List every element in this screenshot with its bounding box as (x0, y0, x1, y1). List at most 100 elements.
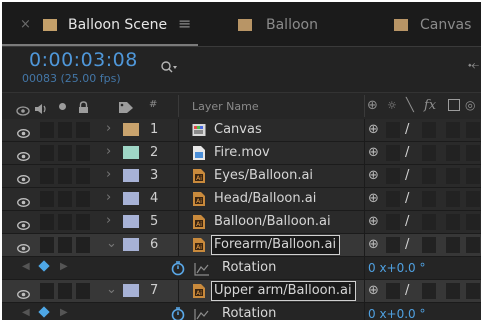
frame-blend-switch[interactable] (446, 283, 460, 299)
solo-switch[interactable] (58, 168, 72, 184)
shy-switch[interactable] (386, 191, 400, 207)
property-row[interactable]: ◀ ▶ Rotation 0 x+0.0 ° (2, 303, 481, 320)
layer-label-color[interactable] (123, 192, 139, 205)
add-keyframe-diamond-icon[interactable] (38, 260, 50, 272)
add-keyframe-diamond-icon[interactable] (38, 306, 50, 318)
parent-pickwhip-icon[interactable]: ⊕ (368, 214, 379, 229)
layer-label-color[interactable] (123, 215, 139, 228)
effects-switch[interactable] (422, 168, 436, 184)
lock-switch[interactable] (76, 145, 90, 161)
effects-switch[interactable] (422, 214, 436, 230)
visibility-eye-icon[interactable] (17, 239, 30, 253)
layer-name[interactable]: Eyes/Balloon.ai (214, 168, 313, 183)
solo-switch[interactable] (58, 191, 72, 207)
effects-switch[interactable] (422, 237, 436, 253)
chevron-right-icon[interactable]: › (106, 167, 111, 182)
layer-label-color[interactable] (123, 169, 139, 182)
layer-label-color[interactable] (123, 284, 139, 297)
solo-switch[interactable] (58, 283, 72, 299)
shy-switch[interactable] (386, 145, 400, 161)
chevron-right-icon[interactable]: › (106, 121, 111, 136)
visibility-eye-icon[interactable] (17, 124, 30, 138)
audio-switch[interactable] (40, 191, 54, 207)
visibility-eye-icon[interactable] (17, 285, 30, 299)
visibility-eye-icon[interactable] (17, 216, 30, 230)
layer-name-column-header[interactable]: Layer Name (192, 100, 259, 113)
lock-switch[interactable] (76, 191, 90, 207)
chevron-down-icon[interactable]: ⌄ (106, 282, 117, 297)
search-layers-input[interactable] (178, 59, 466, 79)
stopwatch-icon[interactable] (170, 260, 186, 280)
frame-blend-switch[interactable] (446, 122, 460, 138)
quality-switch[interactable]: / (405, 283, 409, 298)
parent-pickwhip-icon[interactable]: ⊕ (368, 191, 379, 206)
quality-switch[interactable]: / (405, 122, 409, 137)
quality-switch[interactable]: / (405, 214, 409, 229)
frame-blend-switch[interactable] (446, 237, 460, 253)
shy-switch[interactable] (386, 237, 400, 253)
property-row[interactable]: ◀ ▶ Rotation 0 x+0.0 ° (2, 257, 481, 280)
frame-blend-switch[interactable] (446, 168, 460, 184)
graph-editor-icon[interactable] (194, 307, 210, 320)
effects-switch[interactable] (422, 145, 436, 161)
current-time-display[interactable]: 0:00:03:08 (29, 49, 138, 71)
layer-row[interactable]: › 1 Canvas ⊕ / (2, 119, 481, 142)
audio-switch[interactable] (40, 145, 54, 161)
quality-switch[interactable]: / (405, 145, 409, 160)
next-keyframe-icon[interactable]: ▶ (60, 261, 68, 272)
audio-switch[interactable] (40, 214, 54, 230)
parent-pickwhip-icon[interactable]: ⊕ (368, 122, 379, 137)
solo-switch[interactable] (58, 145, 72, 161)
solo-switch[interactable] (58, 237, 72, 253)
layer-name[interactable]: Upper arm/Balloon.ai (211, 281, 356, 301)
lock-switch[interactable] (76, 237, 90, 253)
solo-switch[interactable] (58, 122, 72, 138)
parent-pickwhip-icon[interactable]: ⊕ (368, 145, 379, 160)
layer-row[interactable]: ⌄ 7 Ai Upper arm/Balloon.ai ⊕ / (2, 280, 481, 303)
audio-switch[interactable] (40, 168, 54, 184)
audio-switch[interactable] (40, 237, 54, 253)
panel-menu-icon[interactable]: ≡ (178, 14, 191, 33)
close-tab-icon[interactable]: × (20, 17, 31, 32)
motion-blur-switch[interactable] (466, 168, 480, 184)
frame-blend-switch[interactable] (446, 145, 460, 161)
shy-switch[interactable] (386, 214, 400, 230)
motion-blur-switch[interactable] (466, 214, 480, 230)
quality-switch[interactable]: / (405, 191, 409, 206)
chevron-right-icon[interactable]: › (106, 213, 111, 228)
layer-label-color[interactable] (123, 123, 139, 136)
quality-switch[interactable]: / (405, 168, 409, 183)
motion-blur-switch[interactable] (466, 122, 480, 138)
tab-balloon-scene[interactable]: Balloon Scene (68, 17, 167, 33)
layer-row[interactable]: ⌄ 6 Ai Forearm/Balloon.ai ⊕ / (2, 234, 481, 257)
next-keyframe-icon[interactable]: ▶ (60, 307, 68, 318)
audio-switch[interactable] (40, 283, 54, 299)
layer-row[interactable]: › 3 Ai Eyes/Balloon.ai ⊕ / (2, 165, 481, 188)
parent-pickwhip-icon[interactable]: ⊕ (368, 168, 379, 183)
motion-blur-switch[interactable] (466, 283, 480, 299)
visibility-eye-icon[interactable] (17, 147, 30, 161)
lock-switch[interactable] (76, 214, 90, 230)
shy-switch[interactable] (386, 168, 400, 184)
tab-canvas[interactable]: Canvas (420, 17, 471, 33)
effects-switch[interactable] (422, 122, 436, 138)
quality-switch[interactable]: / (405, 237, 409, 252)
layer-name[interactable]: Head/Balloon.ai (214, 191, 316, 206)
chevron-right-icon[interactable]: › (106, 190, 111, 205)
layer-name[interactable]: Balloon/Balloon.ai (214, 214, 331, 229)
effects-switch[interactable] (422, 283, 436, 299)
shy-switch[interactable] (386, 122, 400, 138)
layer-label-color[interactable] (123, 146, 139, 159)
previous-keyframe-icon[interactable]: ◀ (22, 261, 30, 272)
lock-switch[interactable] (76, 122, 90, 138)
layer-name[interactable]: Forearm/Balloon.ai (211, 235, 341, 255)
layer-label-color[interactable] (123, 238, 139, 251)
frame-blend-switch[interactable] (446, 214, 460, 230)
layer-row[interactable]: › 2 Fire.mov ⊕ / (2, 142, 481, 165)
visibility-eye-icon[interactable] (17, 170, 30, 184)
search-icon[interactable] (160, 59, 178, 78)
shy-switch[interactable] (386, 283, 400, 299)
lock-switch[interactable] (76, 283, 90, 299)
panel-scroll-arrow-icon[interactable]: ⤝ (468, 57, 479, 73)
solo-switch[interactable] (58, 214, 72, 230)
